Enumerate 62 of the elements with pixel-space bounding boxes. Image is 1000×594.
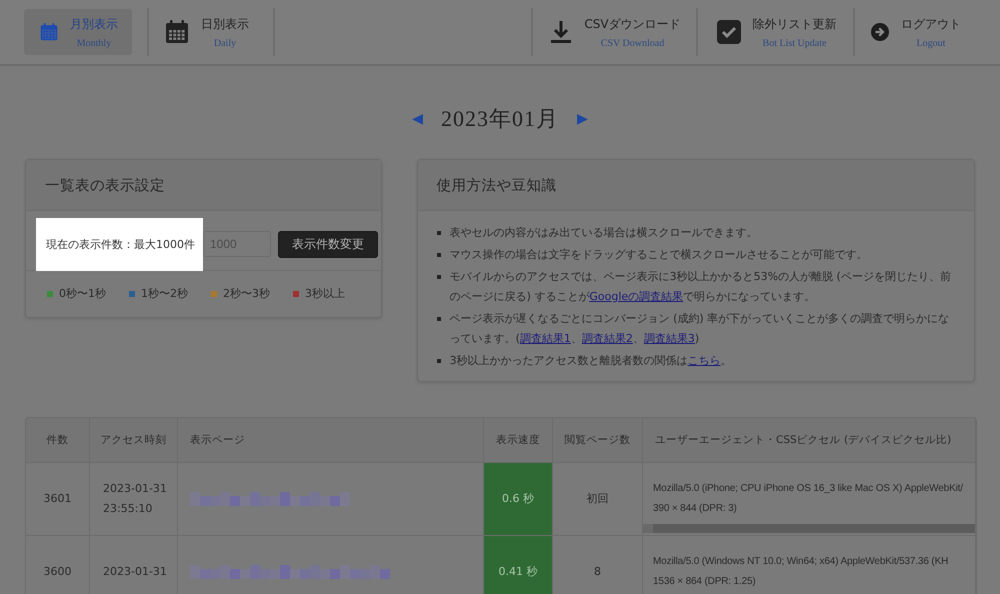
speed-cell: 0.41 秒 [484,536,553,594]
link[interactable]: 調査結果3 [644,332,695,345]
nav-label: 除外リスト更新 [752,16,836,32]
nav-label: ログアウト [901,16,961,32]
display-count-label: 現在の表示件数：最大1000件 [36,218,203,270]
legend-label: 0秒〜1秒 [59,286,106,301]
table-cell: Mozilla/5.0 (Windows NT 10.0; Win64; x64) AppleWebKit/537.36 (KH 1536 × 864 (DPR: 1.25) [643,536,976,594]
nav-sublabel: CSV Download [600,38,664,48]
nav-tab[interactable]: 月別表示 Monthly [24,9,132,55]
arrow-right-icon [871,20,889,44]
panel-title: 一覧表の表示設定 [45,176,165,194]
nav-sublabel: Bot List Update [762,38,826,48]
column-header: アクセス時刻 [90,418,178,463]
table-cell: 3601 [26,463,90,536]
previous-month-button[interactable]: ◀ [412,111,423,127]
column-header: 表示ページ [178,418,484,463]
table-cell: 2023-01-31 [90,536,178,594]
nav-label: 日別表示 [201,16,249,32]
panel-title: 使用方法や豆知識 [436,176,557,194]
legend-label: 2秒〜3秒 [223,286,270,301]
next-month-button[interactable]: ▶ [577,111,588,127]
table-cell: 初回 [553,463,643,536]
bullet-icon [436,275,441,279]
nav-sublabel: Logout [916,38,946,48]
link[interactable]: Googleの調査結果 [589,290,684,303]
table-cell: Mozilla/5.0 (iPhone; CPU iPhone OS 16_3 like Mac OS X) AppleWebKit/ 390 × 844 (DPR: 3) [643,463,976,536]
tip-text: 3秒以上かかったアクセス数と離脱者数の関係はこちら。 [450,353,732,369]
nav-button[interactable]: CSVダウンロード CSV Download [533,9,696,55]
bullet-icon [436,359,441,363]
tip-text: ページ表示が遅くなるごとにコンバージョン (成約) 率が下がっていくことが多くの調査で明らかになっています。(調査結果1、調査結果2、調査結果3) [450,311,950,347]
nav-button[interactable]: ログアウト Logout [855,9,975,55]
table-cell: 2023-01-31 23:55:10 [90,463,178,536]
checkbox-icon [716,20,740,44]
calendar-icon [165,20,189,44]
bullet-icon [436,253,441,257]
table-cell: 8 [553,536,643,594]
nav-button[interactable]: 除外リスト更新 Bot List Update [698,9,853,55]
link[interactable]: 調査結果2 [582,332,633,345]
nav-label: 月別表示 [70,16,118,32]
column-header: 閲覧ページ数 [553,418,643,463]
column-header: ユーザーエージェント・CSSピクセル (デバイスピクセル比) [643,418,976,463]
month-title: 2023年01月 [441,105,559,133]
speed-cell: 0.6 秒 [484,463,553,536]
legend-label: 1秒〜2秒 [141,286,188,301]
table-cell: 3600 [26,536,90,594]
link[interactable]: 調査結果1 [520,332,571,345]
nav-sublabel: Monthly [76,38,112,48]
bullet-icon [436,317,441,321]
bullet-icon [436,231,441,235]
nav-sublabel: Daily [214,38,236,48]
column-header: 件数 [26,418,90,463]
nav-label: CSVダウンロード [584,16,681,32]
link[interactable]: こちら [688,354,721,367]
nav-tab[interactable]: 日別表示 Daily [149,9,273,55]
tip-text: 表やセルの内容がはみ出ている場合は横スクロールできます。 [450,225,758,241]
column-header: 表示速度 [484,418,553,463]
tip-text: モバイルからのアクセスでは、ページ表示に3秒以上かかると53%の人が離脱 (ページを閉じたり、前のページに戻る) することがGoogleの調査結果で明らかになっています。 [450,269,952,305]
tip-text: マウス操作の場合は文字をドラッグすることで横スクロールさせることが可能です。 [450,247,868,263]
horizontal-scrollbar[interactable] [643,524,975,533]
legend-label: 3秒以上 [305,286,345,301]
change-count-button[interactable]: 表示件数変更 [278,230,378,258]
download-icon [550,20,572,44]
